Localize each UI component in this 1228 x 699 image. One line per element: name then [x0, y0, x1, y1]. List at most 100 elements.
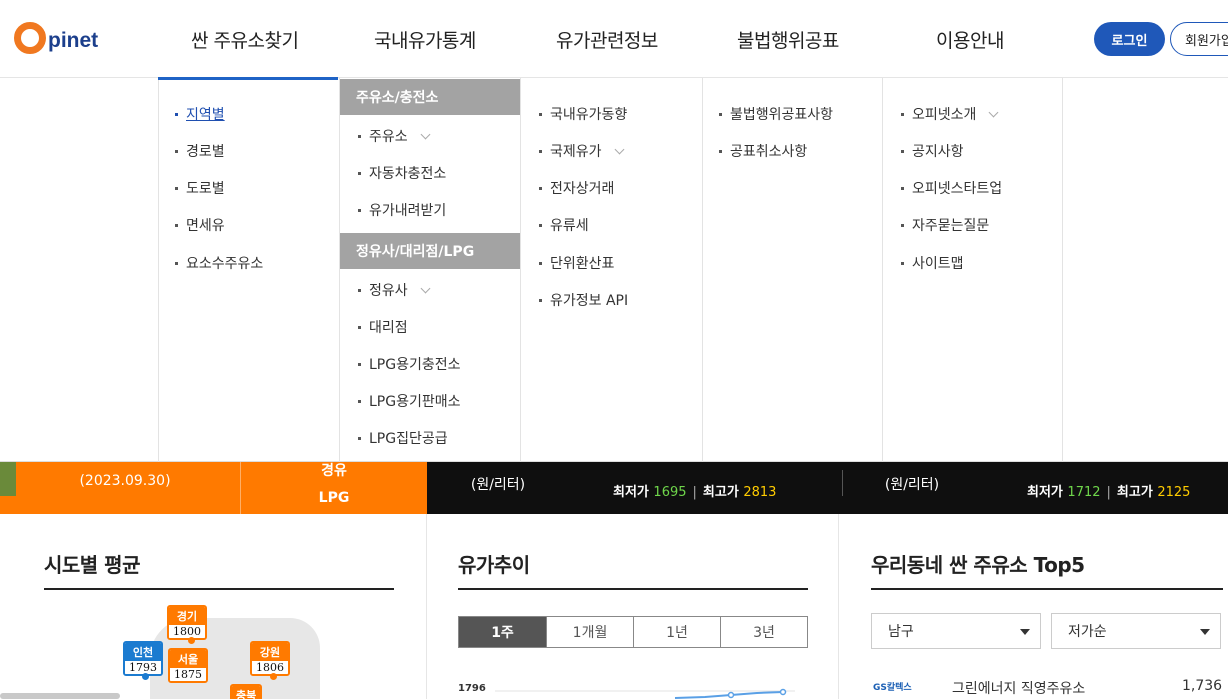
menu-label: 단위환산표	[550, 256, 615, 272]
menu-domestic-trend[interactable]: 국내유가동향	[539, 104, 627, 124]
map-pin	[188, 637, 195, 644]
bullet-icon	[719, 149, 722, 153]
menu-label: 자주묻는질문	[912, 218, 990, 234]
nav-guide[interactable]: 이용안내	[936, 26, 1004, 53]
station-name-link[interactable]: 그린에너지 직영주유소	[952, 678, 1085, 698]
menu-by-region[interactable]: 지역별	[175, 104, 225, 124]
menu-urea-station[interactable]: 요소수주유소	[175, 253, 263, 273]
menu-car-charging[interactable]: 자동차충전소	[358, 163, 446, 183]
chevron-down-icon[interactable]	[420, 129, 431, 139]
bullet-icon	[901, 223, 904, 227]
menu-illegal-announce[interactable]: 불법행위공표사항	[719, 104, 833, 124]
bullet-icon	[539, 298, 542, 302]
menu-gas-station[interactable]: 주유소	[358, 126, 431, 146]
tab-3year[interactable]: 3년	[720, 617, 807, 647]
tab-diesel[interactable]: 경유	[241, 460, 427, 480]
tab-1week[interactable]: 1주	[459, 617, 546, 647]
banner-photo-edge	[0, 462, 16, 496]
menu-by-route[interactable]: 경로별	[175, 141, 225, 161]
bullet-icon	[358, 399, 361, 403]
region-chungbuk[interactable]: 충북	[230, 684, 263, 699]
bullet-icon	[358, 134, 361, 138]
nav-price-info[interactable]: 유가관련정보	[556, 26, 658, 53]
region-seoul[interactable]: 서울 1875	[168, 648, 208, 683]
max-value: 2125	[1157, 485, 1191, 500]
menu-fuel-tax[interactable]: 유류세	[539, 215, 589, 235]
menu-e-commerce[interactable]: 전자상거래	[539, 178, 614, 198]
menu-by-road[interactable]: 도로별	[175, 178, 225, 198]
region-name: 인천	[125, 643, 161, 661]
bullet-icon	[539, 149, 542, 153]
menu-sitemap[interactable]: 사이트맵	[901, 253, 964, 273]
bullet-icon	[358, 436, 361, 440]
menu-intl-price[interactable]: 국제유가	[539, 141, 624, 161]
region-value: 1800	[169, 625, 205, 638]
tab-1month[interactable]: 1개월	[546, 617, 633, 647]
logo-text: pinet	[48, 29, 99, 52]
tab-1year[interactable]: 1년	[633, 617, 720, 647]
bullet-icon	[901, 261, 904, 265]
chevron-down-icon[interactable]	[420, 283, 431, 293]
nav-cheap-station[interactable]: 싼 주유소찾기	[191, 26, 299, 53]
menu-col-region: 지역별 경로별 도로별 면세유 요소수주유소	[158, 78, 339, 462]
nav-illegal-notice[interactable]: 불법행위공표	[737, 26, 839, 53]
max-value: 2813	[743, 485, 777, 500]
login-button[interactable]: 로그인	[1094, 22, 1165, 56]
menu-lpg-charging[interactable]: LPG용기충전소	[358, 354, 461, 374]
menu-notice[interactable]: 공지사항	[901, 141, 964, 161]
menu-label: 경로별	[186, 144, 225, 160]
region-incheon[interactable]: 인천 1793	[123, 641, 163, 676]
bullet-icon	[539, 112, 542, 116]
menu-startup[interactable]: 오피넷스타트업	[901, 178, 1002, 198]
price-trend-title: 유가추이	[458, 553, 530, 577]
panel-divider-1	[426, 514, 427, 699]
bullet-icon	[901, 186, 904, 190]
menu-lpg-group[interactable]: LPG집단공급	[358, 428, 448, 448]
banner-minmax-right: 최저가 1712 | 최고가 2125	[1027, 485, 1191, 500]
bullet-icon	[358, 325, 361, 329]
banner-unit-left: (원/리터)	[470, 477, 526, 493]
tab-lpg[interactable]: LPG	[241, 490, 427, 506]
menu-lpg-sales[interactable]: LPG용기판매소	[358, 391, 461, 411]
nav-domestic-stats[interactable]: 국내유가통계	[374, 26, 476, 53]
period-tabs: 1주 1개월 1년 3년	[458, 616, 808, 648]
menu-label: LPG용기충전소	[369, 357, 461, 373]
menu-faq[interactable]: 자주묻는질문	[901, 215, 989, 235]
menu-col-guide: 오피넷소개 공지사항 오피넷스타트업 자주묻는질문 사이트맵	[882, 78, 1063, 462]
sort-select[interactable]: 저가순	[1051, 613, 1221, 649]
menu-label: LPG집단공급	[369, 431, 448, 447]
menu-price-api[interactable]: 유가정보 API	[539, 290, 628, 310]
bullet-icon	[539, 223, 542, 227]
menu-price-download[interactable]: 유가내려받기	[358, 200, 446, 220]
bullet-icon	[358, 362, 361, 366]
district-select[interactable]: 남구	[871, 613, 1041, 649]
region-name: 강원	[252, 643, 288, 661]
menu-tax-free[interactable]: 면세유	[175, 215, 225, 235]
chevron-down-icon[interactable]	[614, 144, 624, 154]
menu-label: 유가내려받기	[369, 203, 447, 219]
menu-opinet-intro[interactable]: 오피넷소개	[901, 104, 999, 124]
menu-label: 오피넷스타트업	[912, 181, 1003, 197]
trend-y-tick: 1796	[458, 683, 486, 694]
horizontal-scrollbar[interactable]	[0, 693, 120, 699]
page: pinet 싼 주유소찾기 국내유가통계 유가관련정보 불법행위공표 이용안내 …	[0, 0, 1228, 699]
min-value: 1712	[1067, 485, 1101, 500]
menu-announce-cancel[interactable]: 공표취소사항	[719, 141, 807, 161]
menu-label: 국제유가	[550, 144, 602, 160]
top5-title-rule	[871, 588, 1223, 590]
chevron-down-icon[interactable]	[988, 107, 999, 117]
menu-agency[interactable]: 대리점	[358, 317, 408, 337]
opinet-logo[interactable]: pinet	[14, 20, 98, 56]
sido-average-title: 시도별 평균	[44, 553, 140, 577]
join-button[interactable]: 회원가입	[1170, 22, 1228, 56]
menu-label: 자동차충전소	[369, 166, 447, 182]
region-name: 경기	[169, 607, 205, 625]
bullet-icon	[358, 171, 361, 175]
menu-refiner[interactable]: 정유사	[358, 280, 431, 300]
region-gyeonggi[interactable]: 경기 1800	[167, 605, 207, 640]
region-gangwon[interactable]: 강원 1806	[250, 641, 290, 676]
region-value: 1793	[125, 661, 161, 674]
bullet-icon	[358, 288, 361, 292]
menu-unit-convert[interactable]: 단위환산표	[539, 253, 614, 273]
menu-label: 전자상거래	[550, 181, 615, 197]
